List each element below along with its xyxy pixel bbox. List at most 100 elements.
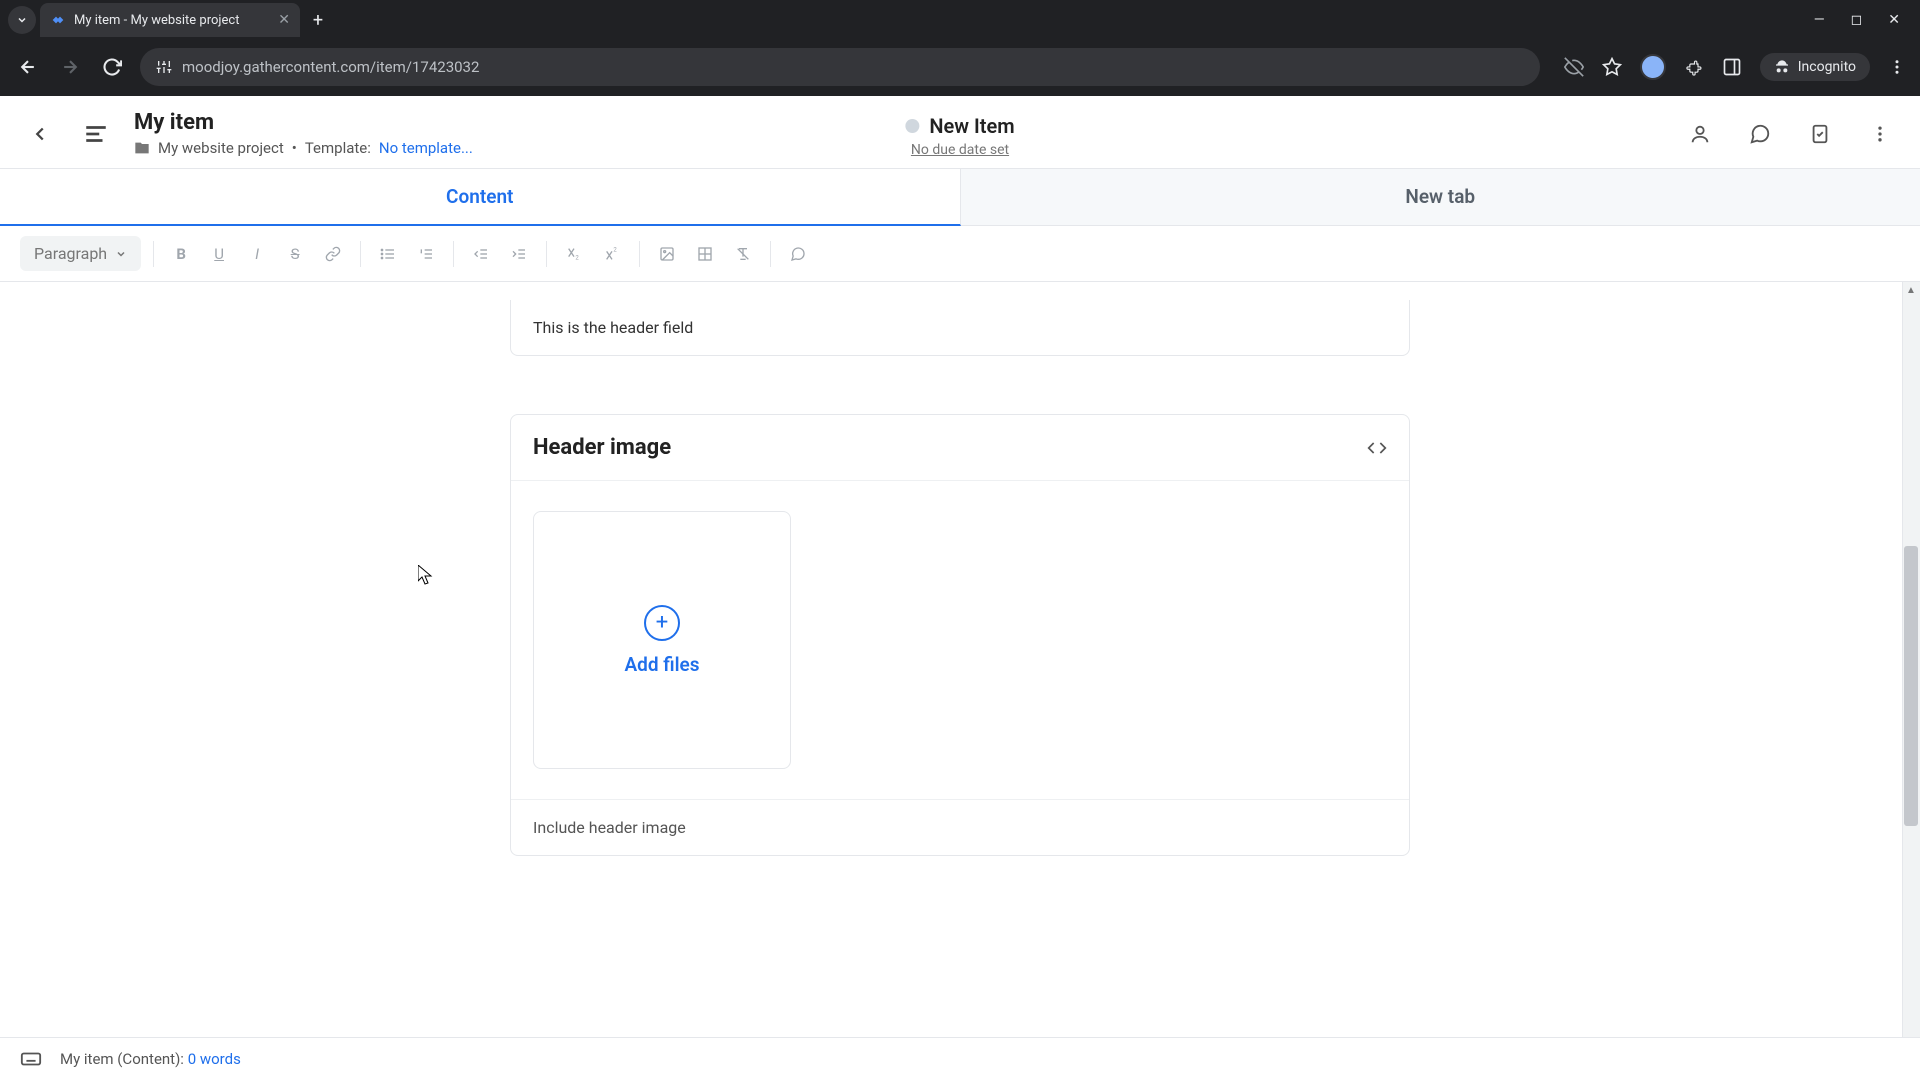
subscript-icon: 2 [566,246,582,262]
maximize-icon[interactable]: ◻ [1851,12,1863,28]
tab-strip: My item - My website project ✕ + — ◻ ✕ [0,0,1920,40]
back-to-list-button[interactable] [22,116,58,152]
extensions-icon[interactable] [1684,57,1704,77]
strikethrough-button[interactable]: S [280,239,310,269]
people-button[interactable] [1682,116,1718,152]
outline-toggle-button[interactable] [78,116,114,152]
clear-formatting-button[interactable] [728,239,758,269]
link-icon [325,246,341,262]
reload-button[interactable] [98,53,126,81]
tab-close-icon[interactable]: ✕ [278,12,290,28]
chevron-down-icon [16,14,28,26]
forward-button[interactable] [56,53,84,81]
folder-icon [134,140,150,156]
link-button[interactable] [318,239,348,269]
template-link[interactable]: No template... [379,139,473,157]
incognito-icon [1774,59,1790,75]
toolbar-divider [360,241,361,267]
word-count[interactable]: 0 words [188,1050,241,1068]
insert-image-button[interactable] [652,239,682,269]
address-bar: moodjoy.gathercontent.com/item/17423032 … [0,40,1920,96]
profile-avatar-icon[interactable] [1640,54,1666,80]
bold-button[interactable]: B [166,239,196,269]
paragraph-style-select[interactable]: Paragraph [20,236,141,271]
chevron-down-icon [115,248,127,260]
toolbar-divider [639,241,640,267]
outdent-icon [473,246,489,262]
code-icon [1367,438,1387,458]
indent-button[interactable] [504,239,534,269]
italic-button[interactable]: I [242,239,272,269]
superscript-icon: 2 [604,246,620,262]
comment-button[interactable] [783,239,813,269]
url-text: moodjoy.gathercontent.com/item/17423032 [182,58,479,76]
header-image-field-card: Header image + Add files Include header … [510,414,1410,856]
toolbar-divider [770,241,771,267]
incognito-badge[interactable]: Incognito [1760,53,1870,81]
url-field[interactable]: moodjoy.gathercontent.com/item/17423032 [140,48,1540,86]
tab-favicon-icon [50,12,66,28]
status-block: New Item No due date set [905,114,1014,158]
comment-icon [790,246,806,262]
underline-button[interactable]: U [204,239,234,269]
star-icon[interactable] [1602,57,1622,77]
vertical-scrollbar[interactable]: ▲ [1902,282,1920,1037]
browser-tab[interactable]: My item - My website project ✕ [40,3,300,37]
toolbar-divider [546,241,547,267]
eye-off-icon[interactable] [1564,57,1584,77]
app-header: My item My website project • Template: N… [0,96,1920,168]
back-button[interactable] [14,53,42,81]
paragraph-style-label: Paragraph [34,244,107,263]
header-text-field-card[interactable]: This is the header field [510,300,1410,356]
superscript-button[interactable]: 2 [597,239,627,269]
svg-text:2: 2 [575,254,579,261]
status-label[interactable]: New Item [929,114,1014,138]
content-scroll-region[interactable]: This is the header field Header image + … [0,282,1920,1037]
chevron-left-icon [29,123,51,145]
page-title[interactable]: My item [134,110,473,135]
new-tab-button[interactable]: + [304,10,332,31]
scroll-up-icon[interactable]: ▲ [1904,282,1918,298]
minimize-icon[interactable]: — [1814,12,1825,28]
comments-icon [1749,123,1771,145]
tab-content[interactable]: Content [0,169,961,226]
app-root: My item My website project • Template: N… [0,96,1920,1080]
template-prefix: Template: [305,139,371,157]
add-files-label: Add files [624,653,699,676]
kebab-menu-icon[interactable] [1888,58,1906,76]
bullet-list-icon [380,246,396,262]
item-menu-button[interactable] [1862,116,1898,152]
outline-icon [83,121,109,147]
tab-new[interactable]: New tab [961,169,1920,226]
field-hint: Include header image [511,799,1409,855]
person-icon [1689,123,1711,145]
close-window-icon[interactable]: ✕ [1888,12,1900,28]
insert-table-button[interactable] [690,239,720,269]
tab-search-dropdown[interactable] [8,6,36,34]
add-files-dropzone[interactable]: + Add files [533,511,791,769]
indent-icon [511,246,527,262]
image-icon [659,246,675,262]
plus-circle-icon: + [644,605,680,641]
scroll-thumb[interactable] [1904,546,1918,826]
bullet-list-button[interactable] [373,239,403,269]
numbered-list-button[interactable] [411,239,441,269]
breadcrumb-project[interactable]: My website project [158,139,284,157]
kebab-icon [1870,124,1890,144]
header-text-value[interactable]: This is the header field [533,318,1387,337]
toolbar-divider [453,241,454,267]
status-bar: My item (Content): 0 words [0,1037,1920,1080]
due-date-link[interactable]: No due date set [911,142,1009,158]
subscript-button[interactable]: 2 [559,239,589,269]
keyboard-icon[interactable] [20,1048,42,1070]
arrow-right-icon [60,57,80,77]
outdent-button[interactable] [466,239,496,269]
svg-text:2: 2 [613,246,617,253]
table-icon [697,246,713,262]
site-settings-icon[interactable] [156,59,172,75]
sidepanel-icon[interactable] [1722,57,1742,77]
field-settings-button[interactable] [1367,438,1387,458]
comments-button[interactable] [1742,116,1778,152]
tasks-button[interactable] [1802,116,1838,152]
breadcrumb-separator: • [292,139,297,157]
